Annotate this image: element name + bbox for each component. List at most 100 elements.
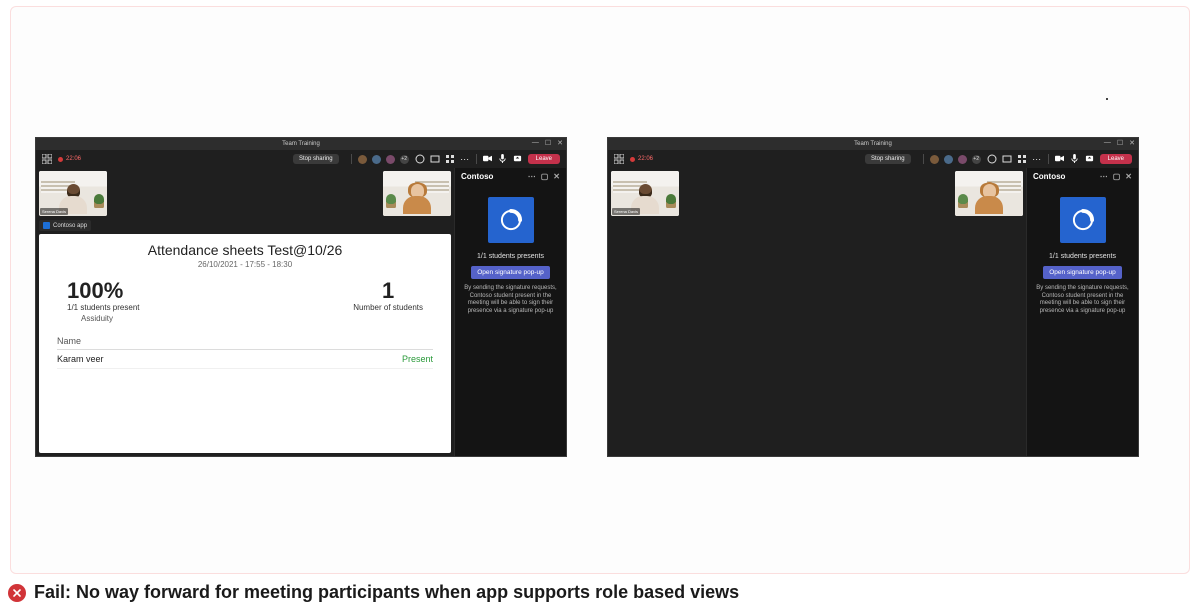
participant-avatars[interactable]: +2 [930, 155, 981, 164]
shared-app-tab[interactable]: Contoso app [39, 220, 91, 231]
sidepanel-summary: 1/1 students presents [477, 253, 544, 260]
contoso-logo-icon [1060, 197, 1106, 243]
video-tile-self[interactable]: Serena Davis [39, 171, 107, 216]
meeting-toolbar: 22:06 Stop sharing +2 ⋯ Leave [608, 150, 1138, 168]
attendance-date-range: 26/10/2021 - 17:55 - 18:30 [57, 260, 433, 269]
record-icon [630, 157, 635, 162]
sidepanel-description: By sending the signature requests, Conto… [461, 285, 560, 315]
avatar[interactable] [358, 155, 367, 164]
camera-icon[interactable] [1055, 154, 1064, 165]
attendance-assiduity-label: Assiduity [81, 314, 140, 323]
window-min-icon[interactable]: — [1104, 139, 1111, 147]
app-sidepanel: Contoso ⋯ ▢ ✕ 1/1 students presents Open… [454, 168, 566, 456]
window-titlebar: Team Training — ☐ ✕ [36, 138, 566, 150]
avatar[interactable] [372, 155, 381, 164]
meeting-stage: Serena Davis Contoso app Attendance shee… [36, 168, 454, 456]
table-row: Karam veer Present [57, 350, 433, 369]
example-container: Team Training — ☐ ✕ 22:06 Stop sharing [10, 6, 1190, 574]
view-icon[interactable] [1002, 154, 1012, 164]
view-icon[interactable] [430, 154, 440, 164]
sidepanel-popout-icon[interactable]: ▢ [541, 172, 549, 181]
video-tile-remote[interactable] [383, 171, 451, 216]
participant-name-tag: Serena Davis [612, 208, 640, 215]
window-close-icon[interactable]: ✕ [557, 139, 563, 147]
app-icon [43, 222, 50, 229]
attendance-title: Attendance sheets Test@10/26 [57, 242, 433, 258]
window-titlebar: Team Training — ☐ ✕ [608, 138, 1138, 150]
window-title: Team Training [854, 141, 892, 147]
sidepanel-title: Contoso [1033, 172, 1065, 181]
avatar[interactable] [930, 155, 939, 164]
attendance-count-label: Number of students [353, 303, 423, 312]
window-controls[interactable]: — ☐ ✕ [532, 139, 563, 147]
attendance-percent: 100% [67, 279, 140, 303]
toolbar-divider [476, 154, 477, 164]
meeting-timer: 22:06 [638, 156, 653, 162]
meeting-timer: 22:06 [66, 156, 81, 162]
shared-app-name: Contoso app [53, 223, 87, 229]
avatar[interactable] [386, 155, 395, 164]
gallery-layout-icon[interactable] [42, 154, 52, 164]
stop-sharing-button[interactable]: Stop sharing [865, 154, 911, 164]
open-signature-button[interactable]: Open signature pop-up [1043, 266, 1122, 279]
toolbar-divider [1048, 154, 1049, 164]
avatar-overflow[interactable]: +2 [400, 155, 409, 164]
mic-icon[interactable] [1070, 154, 1079, 165]
sidepanel-close-icon[interactable]: ✕ [1125, 172, 1132, 181]
fail-text: Fail: No way forward for meeting partici… [34, 582, 739, 603]
meeting-toolbar: 22:06 Stop sharing +2 ⋯ Leave [36, 150, 566, 168]
sidepanel-description: By sending the signature requests, Conto… [1033, 285, 1132, 315]
participant-avatars[interactable]: +2 [358, 155, 409, 164]
leave-button[interactable]: Leave [1100, 154, 1132, 164]
contoso-logo-icon [488, 197, 534, 243]
sidepanel-popout-icon[interactable]: ▢ [1113, 172, 1121, 181]
attendance-col-name: Name [57, 333, 433, 350]
sidepanel-more-icon[interactable]: ⋯ [1100, 172, 1108, 181]
reactions-icon[interactable] [415, 154, 425, 164]
sidepanel-title: Contoso [461, 172, 493, 181]
student-status: Present [402, 354, 433, 364]
teams-window-organizer: Team Training — ☐ ✕ 22:06 Stop sharing [35, 137, 567, 457]
record-icon [58, 157, 63, 162]
window-max-icon[interactable]: ☐ [1117, 139, 1123, 147]
reactions-icon[interactable] [987, 154, 997, 164]
video-tile-self[interactable]: Serena Davis [611, 171, 679, 216]
share-icon[interactable] [1085, 154, 1094, 165]
share-icon[interactable] [513, 154, 522, 165]
window-min-icon[interactable]: — [532, 139, 539, 147]
gallery-layout-icon[interactable] [614, 154, 624, 164]
student-name: Karam veer [57, 354, 104, 364]
apps-icon[interactable] [1017, 154, 1027, 164]
window-controls[interactable]: — ☐ ✕ [1104, 139, 1135, 147]
participant-name-tag: Serena Davis [40, 208, 68, 215]
validation-fail-banner: Fail: No way forward for meeting partici… [8, 582, 739, 603]
open-signature-button[interactable]: Open signature pop-up [471, 266, 550, 279]
window-close-icon[interactable]: ✕ [1129, 139, 1135, 147]
sidepanel-more-icon[interactable]: ⋯ [528, 172, 536, 181]
sidepanel-close-icon[interactable]: ✕ [553, 172, 560, 181]
mic-icon[interactable] [498, 154, 507, 165]
avatar[interactable] [944, 155, 953, 164]
decorative-dot [1106, 98, 1108, 100]
stop-sharing-button[interactable]: Stop sharing [293, 154, 339, 164]
fail-icon [8, 584, 26, 602]
leave-button[interactable]: Leave [528, 154, 560, 164]
video-tile-remote[interactable] [955, 171, 1023, 216]
sidepanel-summary: 1/1 students presents [1049, 253, 1116, 260]
toolbar-divider [351, 154, 352, 164]
shared-content-card: Attendance sheets Test@10/26 26/10/2021 … [39, 234, 451, 453]
recording-badge: 22:06 [58, 156, 81, 162]
avatar[interactable] [958, 155, 967, 164]
avatar-overflow[interactable]: +2 [972, 155, 981, 164]
window-max-icon[interactable]: ☐ [545, 139, 551, 147]
teams-window-participant: Team Training — ☐ ✕ 22:06 Stop sharing [607, 137, 1139, 457]
window-title: Team Training [282, 141, 320, 147]
empty-shared-stage [608, 216, 1026, 456]
meeting-stage-empty: Serena Davis [608, 168, 1026, 456]
recording-badge: 22:06 [630, 156, 653, 162]
apps-icon[interactable] [445, 154, 455, 164]
more-icon[interactable]: ⋯ [460, 154, 470, 164]
camera-icon[interactable] [483, 154, 492, 165]
toolbar-divider [923, 154, 924, 164]
more-icon[interactable]: ⋯ [1032, 154, 1042, 164]
